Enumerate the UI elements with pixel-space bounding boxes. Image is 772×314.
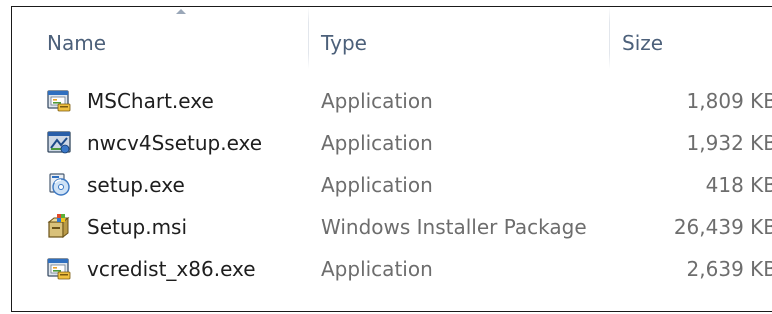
file-name: Setup.msi <box>87 215 188 239</box>
file-type: Application <box>321 173 433 197</box>
file-row-nwcv4ssetup[interactable]: nwcv4Ssetup.exe Application 1,932 KB <box>12 127 772 169</box>
column-header-name[interactable]: Name <box>12 7 308 71</box>
file-name: setup.exe <box>87 173 185 197</box>
file-size: 2,639 KB <box>686 257 772 281</box>
file-list-view: Name Type Size MSChart.exe Application 1… <box>11 6 772 312</box>
column-header-size[interactable]: Size <box>610 7 772 71</box>
file-name: nwcv4Ssetup.exe <box>87 131 263 155</box>
file-type: Windows Installer Package <box>321 215 587 239</box>
file-type: Application <box>321 131 433 155</box>
column-header-name-label: Name <box>47 31 107 55</box>
file-type: Application <box>321 89 433 113</box>
windows-installer-package-icon <box>46 213 72 239</box>
file-size: 1,809 KB <box>686 89 772 113</box>
file-row-setup-msi[interactable]: Setup.msi Windows Installer Package 26,4… <box>12 211 772 253</box>
file-row-mschart[interactable]: MSChart.exe Application 1,809 KB <box>12 85 772 127</box>
file-row-setup-exe[interactable]: setup.exe Application 418 KB <box>12 169 772 211</box>
column-header-type-label: Type <box>321 31 367 55</box>
file-size: 1,932 KB <box>686 131 772 155</box>
installer-setup-icon <box>46 129 72 155</box>
file-name: vcredist_x86.exe <box>87 257 256 281</box>
file-size: 418 KB <box>705 173 772 197</box>
file-size: 26,439 KB <box>673 215 772 239</box>
file-type: Application <box>321 257 433 281</box>
column-header-row: Name Type Size <box>12 7 772 71</box>
file-row-vcredist[interactable]: vcredist_x86.exe Application 2,639 KB <box>12 253 772 295</box>
column-header-size-label: Size <box>622 31 664 55</box>
application-window-icon <box>46 255 72 281</box>
setup-disc-icon <box>46 171 72 197</box>
column-header-type[interactable]: Type <box>309 7 609 71</box>
application-window-icon <box>46 87 72 113</box>
file-name: MSChart.exe <box>87 89 214 113</box>
